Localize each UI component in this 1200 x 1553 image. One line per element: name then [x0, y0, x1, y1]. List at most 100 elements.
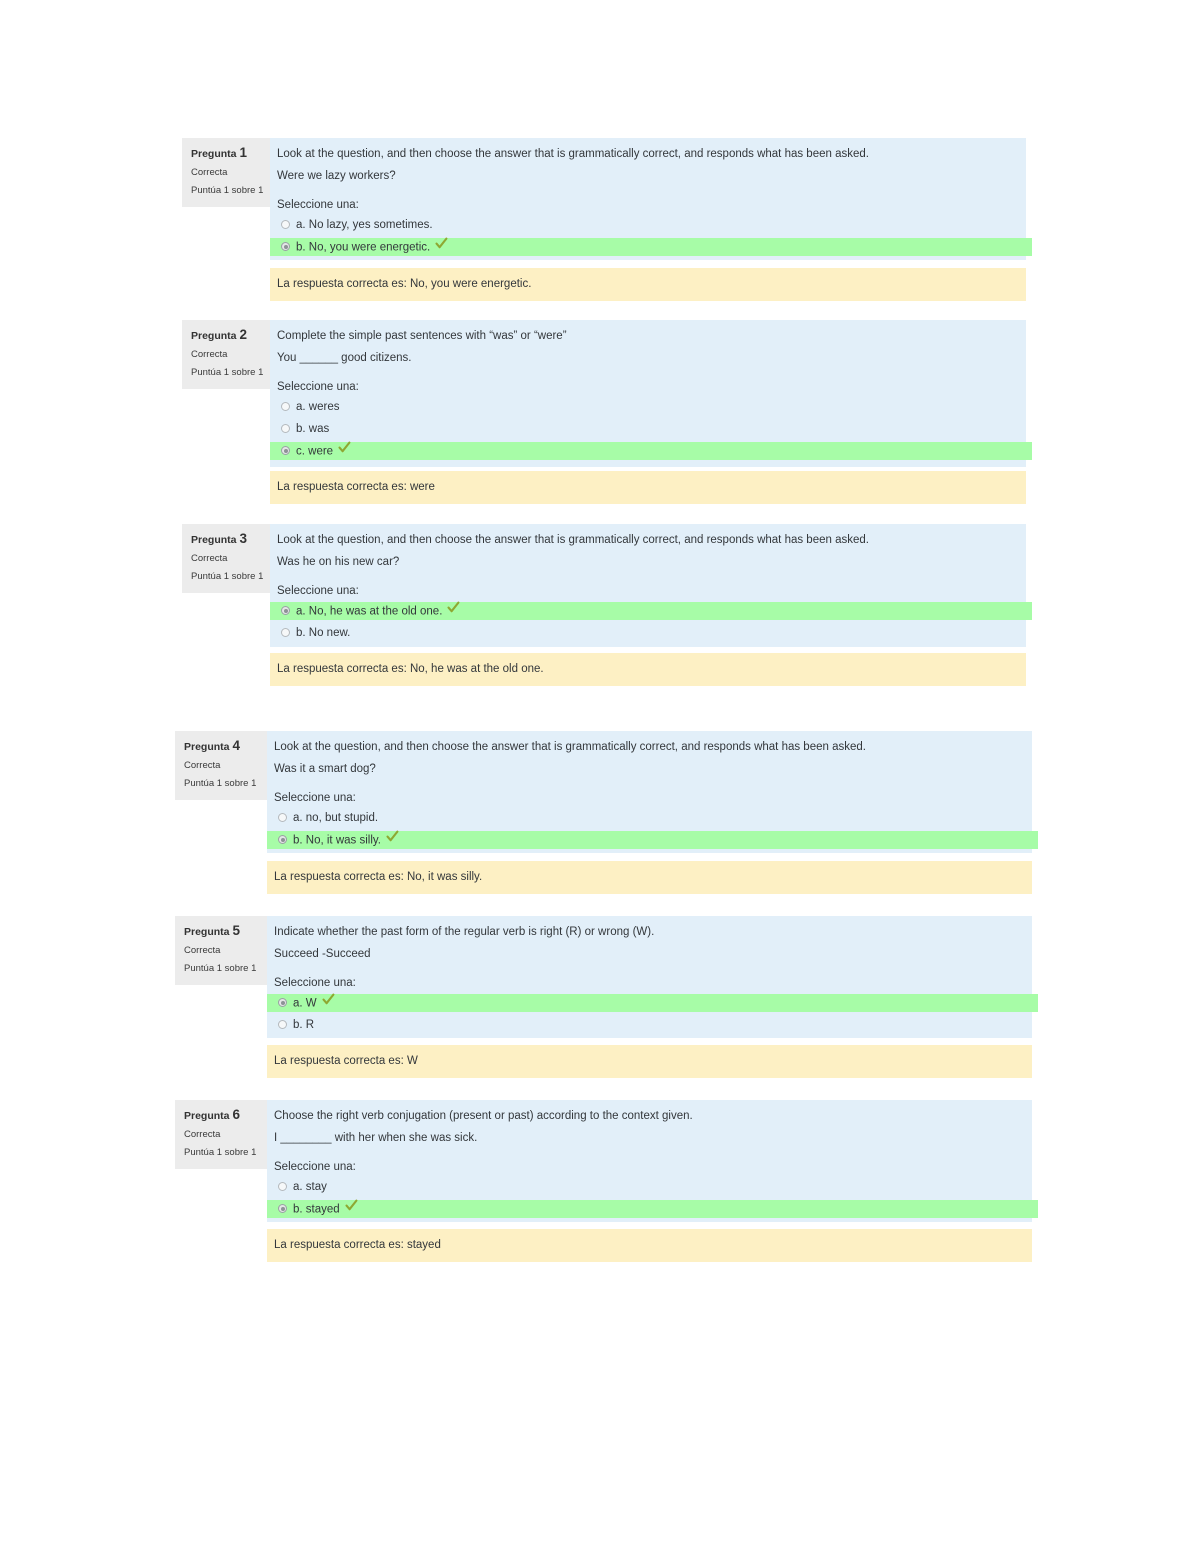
radio-button-selected-icon[interactable]	[278, 835, 287, 844]
question-number-label: Pregunta 1	[191, 146, 272, 161]
question-number-label: Pregunta 5	[184, 924, 265, 939]
question-grade: Puntúa 1 sobre 1	[191, 571, 264, 582]
answer-option-label: b. No new.	[296, 627, 351, 639]
question-info-box: Pregunta 1 Correcta Puntúa 1 sobre 1	[182, 138, 281, 207]
answer-option[interactable]: a. stay	[267, 1178, 1032, 1196]
radio-button-icon[interactable]	[281, 219, 290, 229]
question-stem-instruction: Look at the question, and then choose th…	[277, 148, 869, 160]
question-stem-sentence: You ______ good citizens.	[277, 352, 412, 364]
question-grade: Puntúa 1 sobre 1	[191, 185, 264, 196]
question-content-panel: Indicate whether the past form of the re…	[267, 916, 1038, 1038]
answer-option[interactable]: b. No new.	[270, 624, 1026, 642]
quiz-review-page: Pregunta 1 Correcta Puntúa 1 sobre 1 Look a…	[0, 0, 1200, 1553]
question-stem-instruction: Look at the question, and then choose th…	[274, 741, 866, 753]
question-number: 6	[232, 1107, 240, 1122]
answer-option[interactable]: b. R	[267, 1016, 1032, 1034]
feedback-text: La respuesta correcta es: were	[277, 481, 435, 493]
answer-option-label: c. were	[296, 445, 334, 458]
question-info-box: Pregunta 5 Correcta Puntúa 1 sobre 1	[175, 916, 274, 985]
answer-option-list: a. weres b. was c. were	[270, 398, 1032, 460]
answer-option-label: a. stay	[293, 1181, 327, 1193]
question-word: Pregunta	[184, 926, 230, 938]
question-info-box: Pregunta 3 Correcta Puntúa 1 sobre 1	[182, 524, 281, 593]
radio-button-selected-icon[interactable]	[281, 446, 290, 455]
answer-option[interactable]: b. No, you were energetic.	[270, 237, 1032, 256]
question-stem-instruction: Complete the simple past sentences with …	[277, 330, 567, 342]
question-content-panel: Look at the question, and then choose th…	[270, 524, 1032, 647]
question-number-label: Pregunta 2	[191, 328, 272, 343]
question-block-4: Pregunta 4 Correcta Puntúa 1 sobre 1 Look a…	[175, 731, 1038, 894]
select-one-label: Seleccione una:	[277, 199, 359, 211]
radio-button-icon[interactable]	[278, 1019, 287, 1029]
answer-option[interactable]: a. weres	[270, 398, 1026, 416]
answer-option[interactable]: a. No, he was at the old one.	[270, 601, 1032, 620]
radio-button-selected-icon[interactable]	[281, 606, 290, 615]
question-grade: Puntúa 1 sobre 1	[191, 367, 264, 378]
question-stem-sentence: Were we lazy workers?	[277, 170, 396, 182]
question-stem-sentence: Was he on his new car?	[277, 556, 400, 568]
answer-option-label: b. was	[296, 423, 330, 435]
correct-answer-feedback: La respuesta correcta es: No, he was at …	[270, 653, 1026, 686]
question-number: 3	[239, 531, 247, 546]
correct-check-icon	[345, 1199, 358, 1218]
feedback-text: La respuesta correcta es: W	[274, 1055, 418, 1067]
correct-answer-feedback: La respuesta correcta es: were	[270, 471, 1026, 504]
question-number: 5	[232, 923, 240, 938]
radio-button-icon[interactable]	[278, 1181, 287, 1191]
answer-option[interactable]: a. no, but stupid.	[267, 809, 1032, 827]
question-number: 2	[239, 327, 247, 342]
question-word: Pregunta	[184, 1110, 230, 1122]
question-stem: Choose the right verb conjugation (prese…	[267, 1100, 1032, 1146]
answer-option-list: a. W b. R	[267, 993, 1038, 1034]
question-stem-sentence: Was it a smart dog?	[274, 763, 376, 775]
feedback-text: La respuesta correcta es: stayed	[274, 1239, 441, 1251]
question-state: Correcta	[191, 349, 228, 360]
question-stem: Indicate whether the past form of the re…	[267, 916, 1032, 962]
answer-option[interactable]: a. No lazy, yes sometimes.	[270, 216, 1026, 234]
radio-button-icon[interactable]	[281, 401, 290, 411]
question-number: 1	[239, 145, 247, 160]
radio-button-icon[interactable]	[278, 812, 287, 822]
answer-option-label: b. stayed	[293, 1203, 340, 1216]
radio-button-icon[interactable]	[281, 627, 290, 637]
feedback-text: La respuesta correcta es: No, he was at …	[277, 663, 544, 675]
correct-check-icon	[322, 993, 335, 1012]
question-number-label: Pregunta 3	[191, 532, 272, 547]
question-stem: Look at the question, and then choose th…	[267, 731, 1032, 777]
answer-option[interactable]: b. stayed	[267, 1199, 1038, 1218]
answer-option[interactable]: b. was	[270, 420, 1026, 438]
question-state: Correcta	[191, 167, 228, 178]
question-content-panel: Complete the simple past sentences with …	[270, 320, 1032, 467]
answer-option[interactable]: a. W	[267, 993, 1038, 1012]
correct-check-icon	[338, 441, 351, 460]
radio-button-icon[interactable]	[281, 423, 290, 433]
answer-option[interactable]: c. were	[270, 441, 1032, 460]
question-stem-instruction: Look at the question, and then choose th…	[277, 534, 869, 546]
answer-option-label: b. No, you were energetic.	[296, 241, 431, 254]
question-number-label: Pregunta 4	[184, 739, 265, 754]
feedback-text: La respuesta correcta es: No, it was sil…	[274, 871, 483, 883]
question-state: Correcta	[184, 1129, 221, 1140]
answer-option[interactable]: b. No, it was silly.	[267, 830, 1038, 849]
question-stem: Look at the question, and then choose th…	[270, 524, 1026, 570]
question-info-box: Pregunta 2 Correcta Puntúa 1 sobre 1	[182, 320, 281, 389]
answer-option-list: a. stay b. stayed	[267, 1178, 1038, 1218]
radio-button-selected-icon[interactable]	[281, 242, 290, 251]
select-one-label: Seleccione una:	[274, 1161, 356, 1173]
question-block-1: Pregunta 1 Correcta Puntúa 1 sobre 1 Look a…	[182, 138, 1032, 301]
question-stem-instruction: Choose the right verb conjugation (prese…	[274, 1110, 693, 1122]
question-block-3: Pregunta 3 Correcta Puntúa 1 sobre 1 Look a…	[182, 524, 1032, 686]
answer-option-label: a. no, but stupid.	[293, 812, 379, 824]
question-stem-sentence: Succeed -Succeed	[274, 948, 371, 960]
question-word: Pregunta	[191, 534, 237, 546]
select-one-label: Seleccione una:	[277, 381, 359, 393]
question-state: Correcta	[191, 553, 228, 564]
radio-button-selected-icon[interactable]	[278, 998, 287, 1007]
answer-option-label: a. weres	[296, 401, 340, 413]
question-block-6: Pregunta 6 Correcta Puntúa 1 sobre 1 Choose…	[175, 1100, 1038, 1262]
question-info-box: Pregunta 4 Correcta Puntúa 1 sobre 1	[175, 731, 274, 800]
question-stem: Complete the simple past sentences with …	[270, 320, 1026, 366]
correct-check-icon	[435, 237, 448, 256]
radio-button-selected-icon[interactable]	[278, 1204, 287, 1213]
answer-option-list: a. No lazy, yes sometimes. b. No, you wer…	[270, 216, 1032, 256]
